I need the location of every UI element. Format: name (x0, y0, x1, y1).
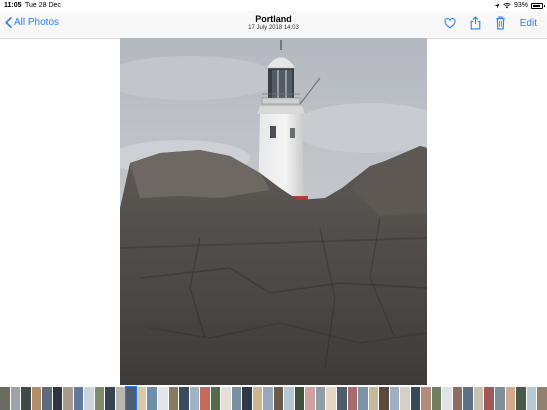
filmstrip-thumbnail[interactable] (21, 387, 31, 410)
filmstrip-thumbnail[interactable] (516, 387, 526, 410)
status-bar: 11:05 Tue 28 Dec 93% (0, 0, 547, 11)
filmstrip-thumbnail[interactable] (442, 387, 452, 410)
filmstrip-thumbnail[interactable] (505, 387, 516, 410)
lighthouse-photo (120, 38, 427, 385)
filmstrip-thumbnail[interactable] (63, 387, 73, 410)
heart-icon[interactable] (444, 17, 456, 29)
filmstrip-thumbnail[interactable] (315, 387, 326, 410)
filmstrip-thumbnail[interactable] (294, 387, 305, 410)
filmstrip-thumbnail[interactable] (252, 387, 263, 410)
filmstrip-thumbnail[interactable] (94, 387, 105, 410)
filmstrip-thumbnail[interactable] (242, 387, 252, 410)
filmstrip-thumbnail[interactable] (42, 387, 52, 410)
filmstrip-thumbnail[interactable] (379, 387, 389, 410)
filmstrip-thumbnail[interactable] (400, 387, 410, 410)
filmstrip-thumbnail[interactable] (368, 387, 379, 410)
battery-percent: 93% (513, 2, 528, 9)
filmstrip-thumbnail[interactable] (179, 387, 189, 410)
filmstrip-thumbnail[interactable] (273, 387, 284, 410)
filmstrip-thumbnail[interactable] (115, 387, 126, 410)
filmstrip-thumbnail[interactable] (463, 387, 473, 410)
wifi-icon (503, 2, 511, 8)
filmstrip-thumbnail[interactable] (157, 387, 168, 410)
status-time: 11:05 (4, 2, 22, 9)
filmstrip-thumbnail[interactable] (421, 387, 431, 410)
filmstrip-thumbnail[interactable] (0, 387, 10, 410)
filmstrip-thumbnail[interactable] (410, 387, 421, 410)
filmstrip-thumbnail[interactable] (10, 387, 21, 410)
filmstrip-thumbnail[interactable] (136, 387, 147, 410)
filmstrip-thumbnail[interactable] (526, 387, 537, 410)
status-right: 93% (494, 0, 545, 11)
filmstrip-thumbnail[interactable] (337, 387, 347, 410)
filmstrip-thumbnail[interactable] (358, 387, 368, 410)
filmstrip-thumbnail[interactable] (105, 387, 115, 410)
filmstrip-thumbnail[interactable] (284, 387, 294, 410)
filmstrip-thumbnail[interactable] (73, 387, 84, 410)
filmstrip-thumbnail[interactable] (347, 387, 358, 410)
photo-filmstrip[interactable] (0, 386, 547, 410)
filmstrip-thumbnail[interactable] (125, 386, 137, 410)
filmstrip-thumbnail[interactable] (494, 387, 505, 410)
filmstrip-thumbnail[interactable] (537, 387, 547, 410)
filmstrip-thumbnail[interactable] (147, 387, 157, 410)
filmstrip-thumbnail[interactable] (231, 387, 242, 410)
filmstrip-thumbnail[interactable] (52, 387, 63, 410)
share-icon[interactable] (470, 16, 481, 30)
filmstrip-thumbnail[interactable] (263, 387, 273, 410)
filmstrip-thumbnail[interactable] (305, 387, 315, 410)
filmstrip-thumbnail[interactable] (389, 387, 400, 410)
edit-button[interactable]: Edit (520, 18, 537, 29)
location-arrow-icon (494, 3, 500, 8)
filmstrip-thumbnail[interactable] (189, 387, 200, 410)
filmstrip-thumbnail[interactable] (210, 387, 221, 410)
filmstrip-thumbnail[interactable] (484, 387, 494, 410)
filmstrip-thumbnail[interactable] (84, 387, 94, 410)
filmstrip-thumbnail[interactable] (200, 387, 210, 410)
filmstrip-thumbnail[interactable] (221, 387, 231, 410)
filmstrip-thumbnail[interactable] (452, 387, 463, 410)
filmstrip-thumbnail[interactable] (431, 387, 442, 410)
filmstrip-thumbnail[interactable] (168, 387, 179, 410)
status-date: Tue 28 Dec (25, 2, 61, 9)
filmstrip-thumbnail[interactable] (473, 387, 484, 410)
battery-icon (531, 2, 545, 9)
toolbar-actions: Edit (444, 16, 537, 30)
trash-icon[interactable] (495, 16, 506, 30)
filmstrip-thumbnail[interactable] (31, 387, 42, 410)
filmstrip-thumbnail[interactable] (326, 387, 336, 410)
main-photo[interactable] (120, 38, 427, 385)
navigation-bar: All Photos Portland 17 July 2018 14:03 E… (0, 11, 547, 39)
